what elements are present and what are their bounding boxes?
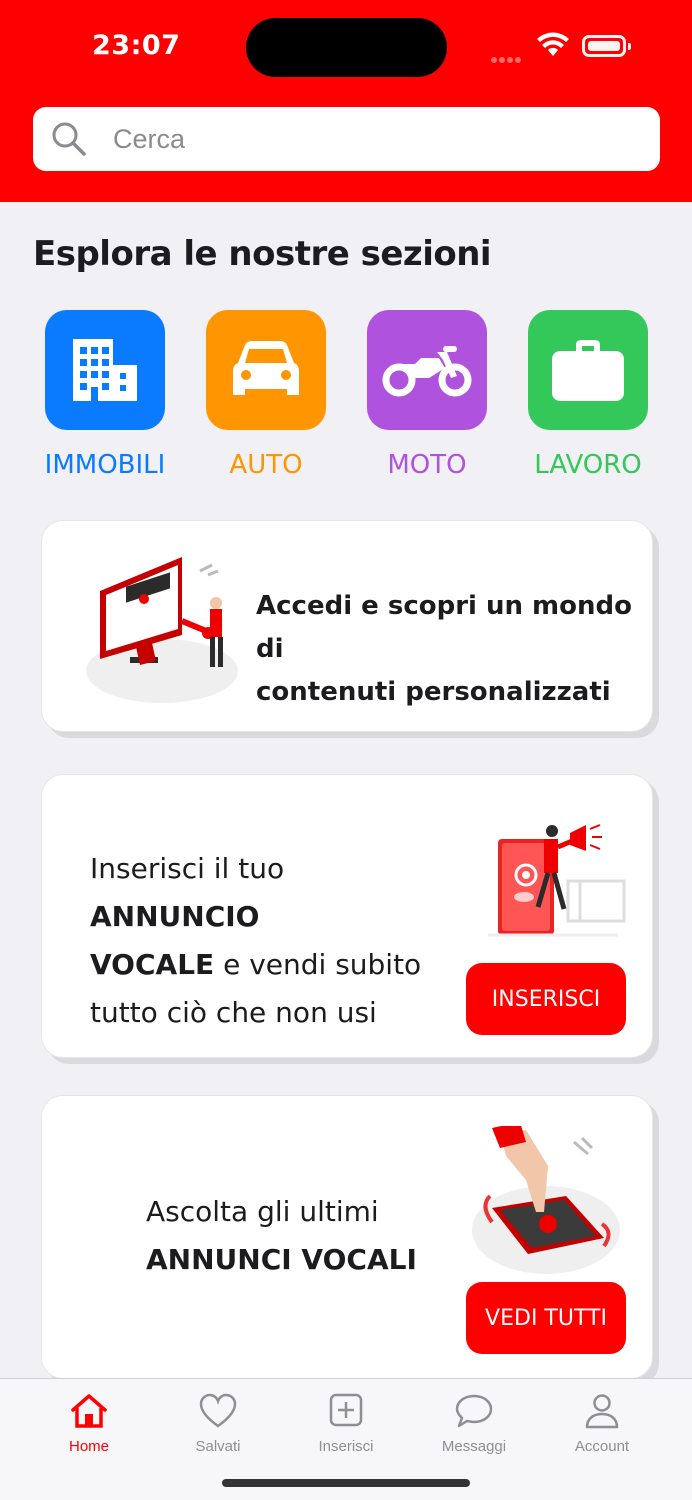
home-indicator <box>222 1479 470 1487</box>
voice-ad-bold-1: ANNUNCIO <box>90 900 260 933</box>
motorcycle-icon <box>382 346 472 397</box>
category-immobili[interactable]: IMMOBILI <box>35 310 175 480</box>
category-tile <box>45 310 165 430</box>
category-label: IMMOBILI <box>44 450 166 480</box>
tab-saved[interactable]: Salvati <box>163 1393 273 1455</box>
search-icon <box>52 122 86 156</box>
heart-icon <box>199 1393 237 1428</box>
category-tile <box>367 310 487 430</box>
insert-button[interactable]: INSERISCI <box>466 963 626 1035</box>
tab-label: Messaggi <box>441 1438 507 1455</box>
tab-home[interactable]: Home <box>34 1393 144 1455</box>
plus-square-icon <box>329 1393 363 1427</box>
person-icon <box>585 1394 619 1429</box>
tab-account[interactable]: Account <box>547 1393 657 1455</box>
chat-bubble-icon <box>455 1394 493 1428</box>
section-title: Esplora le nostre sezioni <box>33 234 492 274</box>
category-label: LAVORO <box>534 450 642 480</box>
login-line-1: Accedi e scopri un mondo di <box>256 591 632 664</box>
home-icon <box>71 1394 107 1428</box>
header: 23:07 <box>0 0 692 202</box>
building-icon <box>73 339 137 401</box>
category-lavoro[interactable]: LAVORO <box>518 310 658 480</box>
tab-label: Inserisci <box>318 1438 374 1455</box>
tab-label: Home <box>68 1438 109 1455</box>
briefcase-icon <box>552 340 624 401</box>
category-tile <box>528 310 648 430</box>
voice-ad-bold-2: VOCALE <box>90 948 215 981</box>
megaphone-illustration <box>488 824 626 937</box>
listen-line-1: Ascolta gli ultimi <box>146 1195 379 1228</box>
category-tile <box>206 310 326 430</box>
view-all-button[interactable]: VEDI TUTTI <box>466 1282 626 1354</box>
cellular-signal-icon <box>491 50 527 63</box>
voice-ad-card: Inserisci il tuo ANNUNCIO VOCALE e vendi… <box>41 774 653 1058</box>
voice-ad-text-3: tutto ciò che non usi <box>90 996 377 1029</box>
category-label: AUTO <box>229 450 303 480</box>
category-auto[interactable]: AUTO <box>196 310 336 480</box>
battery-icon <box>582 35 631 57</box>
status-time: 23:07 <box>92 30 181 61</box>
login-line-2: contenuti personalizzati <box>256 677 611 707</box>
category-moto[interactable]: MOTO <box>357 310 497 480</box>
tab-messages[interactable]: Messaggi <box>419 1393 529 1455</box>
tab-insert[interactable]: Inserisci <box>291 1393 401 1455</box>
wifi-icon <box>537 32 569 56</box>
search-bar[interactable] <box>33 107 660 171</box>
listen-ads-card: Ascolta gli ultimi ANNUNCI VOCALI VEDI T… <box>41 1095 653 1379</box>
tab-label: Salvati <box>195 1438 241 1455</box>
listen-line-2: ANNUNCI VOCALI <box>146 1243 417 1276</box>
listen-ads-text: Ascolta gli ultimi ANNUNCI VOCALI <box>146 1188 417 1284</box>
voice-ad-text-2: e vendi subito <box>214 948 422 981</box>
car-icon <box>233 341 299 395</box>
login-card[interactable]: Accedi e scopri un mondo di contenuti pe… <box>41 520 653 732</box>
phone-tap-illustration <box>472 1126 620 1274</box>
category-label: MOTO <box>387 450 467 480</box>
login-card-text: Accedi e scopri un mondo di contenuti pe… <box>256 585 652 714</box>
voice-ad-text: Inserisci il tuo ANNUNCIO VOCALE e vendi… <box>90 845 450 1037</box>
tab-label: Account <box>574 1438 630 1455</box>
dynamic-island <box>246 18 447 77</box>
login-illustration <box>86 557 238 703</box>
voice-ad-text-1: Inserisci il tuo <box>90 852 285 885</box>
search-input[interactable] <box>113 119 633 159</box>
